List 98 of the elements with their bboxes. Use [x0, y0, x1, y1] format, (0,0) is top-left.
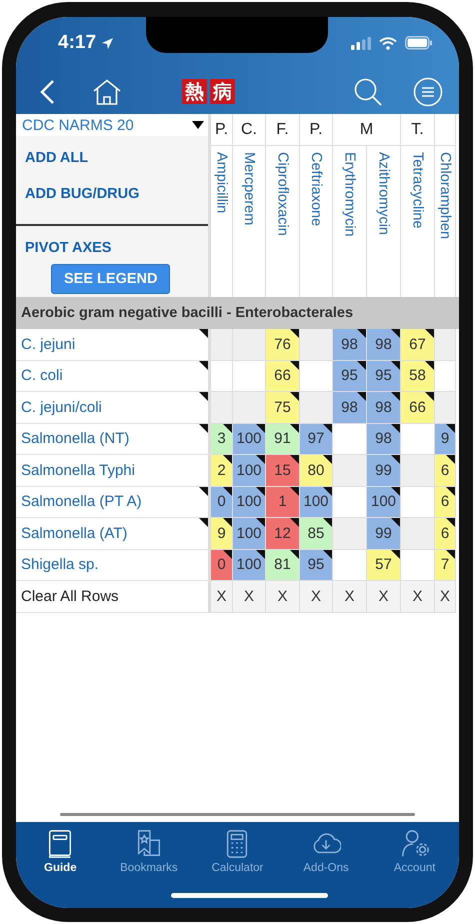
susceptibility-cell[interactable]: 99 [367, 455, 401, 486]
susceptibility-cell[interactable]: 95 [300, 550, 333, 581]
clear-column-button[interactable]: X [378, 588, 388, 605]
organism-link[interactable]: Shigella sp. [21, 556, 99, 574]
susceptibility-cell[interactable]: 95 [367, 360, 401, 392]
note-flag-icon [199, 424, 208, 432]
susceptibility-cell[interactable]: 2 [211, 455, 233, 486]
clear-column-button[interactable]: X [344, 588, 354, 605]
tab-button[interactable]: Calculator [193, 828, 282, 884]
susceptibility-cell[interactable]: 100 [300, 486, 333, 518]
location-arrow-icon [101, 36, 114, 50]
susceptibility-cell[interactable]: 9 [435, 424, 456, 455]
search-button[interactable] [353, 76, 383, 106]
tab-button[interactable]: Guide [16, 828, 105, 884]
note-flag-icon [199, 518, 208, 527]
clear-column-button[interactable]: X [412, 588, 422, 605]
susceptibility-cell[interactable]: 80 [300, 455, 333, 486]
drug-name-heading[interactable]: Azithromycin [376, 152, 392, 297]
panel-action-link[interactable]: ADD BUG/DRUG [16, 186, 208, 202]
clock-time: 4:17 [58, 32, 96, 54]
susceptibility-cell[interactable]: 0 [211, 486, 233, 518]
dropdown-caret-icon [192, 121, 204, 129]
drug-class-heading: F. [266, 114, 300, 146]
signal-icon [351, 36, 371, 50]
clear-all-rows-link[interactable]: Clear All Rows [21, 588, 119, 605]
drug-name-heading[interactable]: Mercperem [241, 152, 257, 297]
logo-character: 熱 [182, 79, 207, 104]
menu-button[interactable] [413, 76, 443, 106]
note-flag-icon [199, 392, 208, 401]
organism-link[interactable]: Salmonella (PT A) [21, 493, 142, 510]
susceptibility-cell[interactable]: 12 [266, 518, 300, 550]
organism-link[interactable]: Salmonella (NT) [21, 430, 130, 448]
susceptibility-cell[interactable]: 67 [401, 329, 435, 360]
susceptibility-cell[interactable]: 85 [300, 518, 333, 550]
susceptibility-cell[interactable]: 95 [333, 360, 367, 392]
drug-name-heading[interactable]: Ciprofloxacin [274, 152, 290, 297]
drug-name-heading[interactable]: Chloramphen [437, 152, 453, 297]
organism-link[interactable]: C. jejuni/coli [21, 398, 102, 416]
organism-link[interactable]: C. coli [21, 367, 63, 384]
susceptibility-cell[interactable]: 57 [367, 550, 401, 581]
susceptibility-cell[interactable]: 100 [233, 424, 266, 455]
susceptibility-cell[interactable]: 100 [233, 455, 266, 486]
panel-action-link[interactable]: ADD ALL [16, 150, 208, 166]
susceptibility-cell[interactable]: 100 [233, 486, 266, 518]
susceptibility-cell[interactable]: 99 [367, 518, 401, 550]
susceptibility-cell[interactable]: 9 [211, 518, 233, 550]
home-button[interactable] [92, 78, 122, 104]
susceptibility-cell[interactable]: 6 [435, 455, 456, 486]
susceptibility-cell[interactable]: 6 [435, 486, 456, 518]
back-button[interactable] [38, 78, 56, 104]
susceptibility-cell[interactable]: 91 [266, 424, 300, 455]
susceptibility-cell[interactable]: 7 [435, 550, 456, 581]
note-flag-icon [199, 486, 208, 496]
susceptibility-cell[interactable]: 75 [266, 392, 300, 424]
wifi-icon [379, 36, 397, 50]
clear-column-button[interactable]: X [277, 588, 288, 605]
drug-class-heading: M [333, 114, 401, 146]
logo-character: 病 [210, 79, 235, 104]
susceptibility-cell[interactable]: 76 [266, 329, 300, 360]
susceptibility-cell[interactable]: 98 [367, 424, 401, 455]
drug-class-heading: P. [211, 114, 233, 146]
drug-name-heading[interactable]: Ceftriaxone [308, 152, 324, 297]
section-heading: Aerobic gram negative bacilli - Enterobacterales [16, 297, 459, 329]
drug-name-heading[interactable]: Erythromycin [342, 152, 358, 297]
susceptibility-cell[interactable]: 100 [233, 518, 266, 550]
susceptibility-cell[interactable]: 3 [211, 424, 233, 455]
pivot-axes-link[interactable]: PIVOT AXES [16, 240, 208, 256]
susceptibility-cell[interactable]: 98 [367, 329, 401, 360]
organism-link[interactable]: Salmonella Typhi [21, 462, 135, 479]
susceptibility-cell[interactable]: 15 [266, 455, 300, 486]
clear-column-button[interactable]: X [244, 588, 254, 605]
susceptibility-cell[interactable]: 98 [367, 392, 401, 424]
tab-button[interactable]: Account [370, 828, 459, 884]
susceptibility-cell[interactable]: 6 [435, 518, 456, 550]
susceptibility-cell[interactable]: 58 [401, 360, 435, 392]
clear-column-button[interactable]: X [310, 588, 321, 605]
susceptibility-cell[interactable]: 100 [233, 550, 266, 581]
tab-button[interactable]: Add-Ons [282, 828, 370, 884]
note-flag-icon [199, 360, 208, 370]
susceptibility-cell[interactable]: 0 [211, 550, 233, 581]
drug-name-heading[interactable]: Ampicillin [214, 152, 230, 297]
susceptibility-cell[interactable]: 100 [367, 486, 401, 518]
drug-name-heading[interactable]: Tetracycline [410, 152, 426, 297]
susceptibility-cell[interactable]: 1 [266, 486, 300, 518]
drug-class-heading: T. [401, 114, 435, 146]
organism-link[interactable]: Salmonella (AT) [21, 524, 128, 542]
drug-class-heading: C. [233, 114, 266, 146]
see-legend-button[interactable]: SEE LEGEND [51, 264, 170, 294]
drug-class-heading: P. [300, 114, 333, 146]
organism-link[interactable]: C. jejuni [21, 336, 76, 353]
battery-icon [405, 36, 433, 50]
susceptibility-cell[interactable]: 66 [401, 392, 435, 424]
susceptibility-cell[interactable]: 66 [266, 360, 300, 392]
susceptibility-cell[interactable]: 98 [333, 329, 367, 360]
tab-button[interactable]: Bookmarks [104, 828, 194, 884]
susceptibility-cell[interactable]: 81 [266, 550, 300, 581]
susceptibility-cell[interactable]: 97 [300, 424, 333, 455]
susceptibility-cell[interactable]: 98 [333, 392, 367, 424]
